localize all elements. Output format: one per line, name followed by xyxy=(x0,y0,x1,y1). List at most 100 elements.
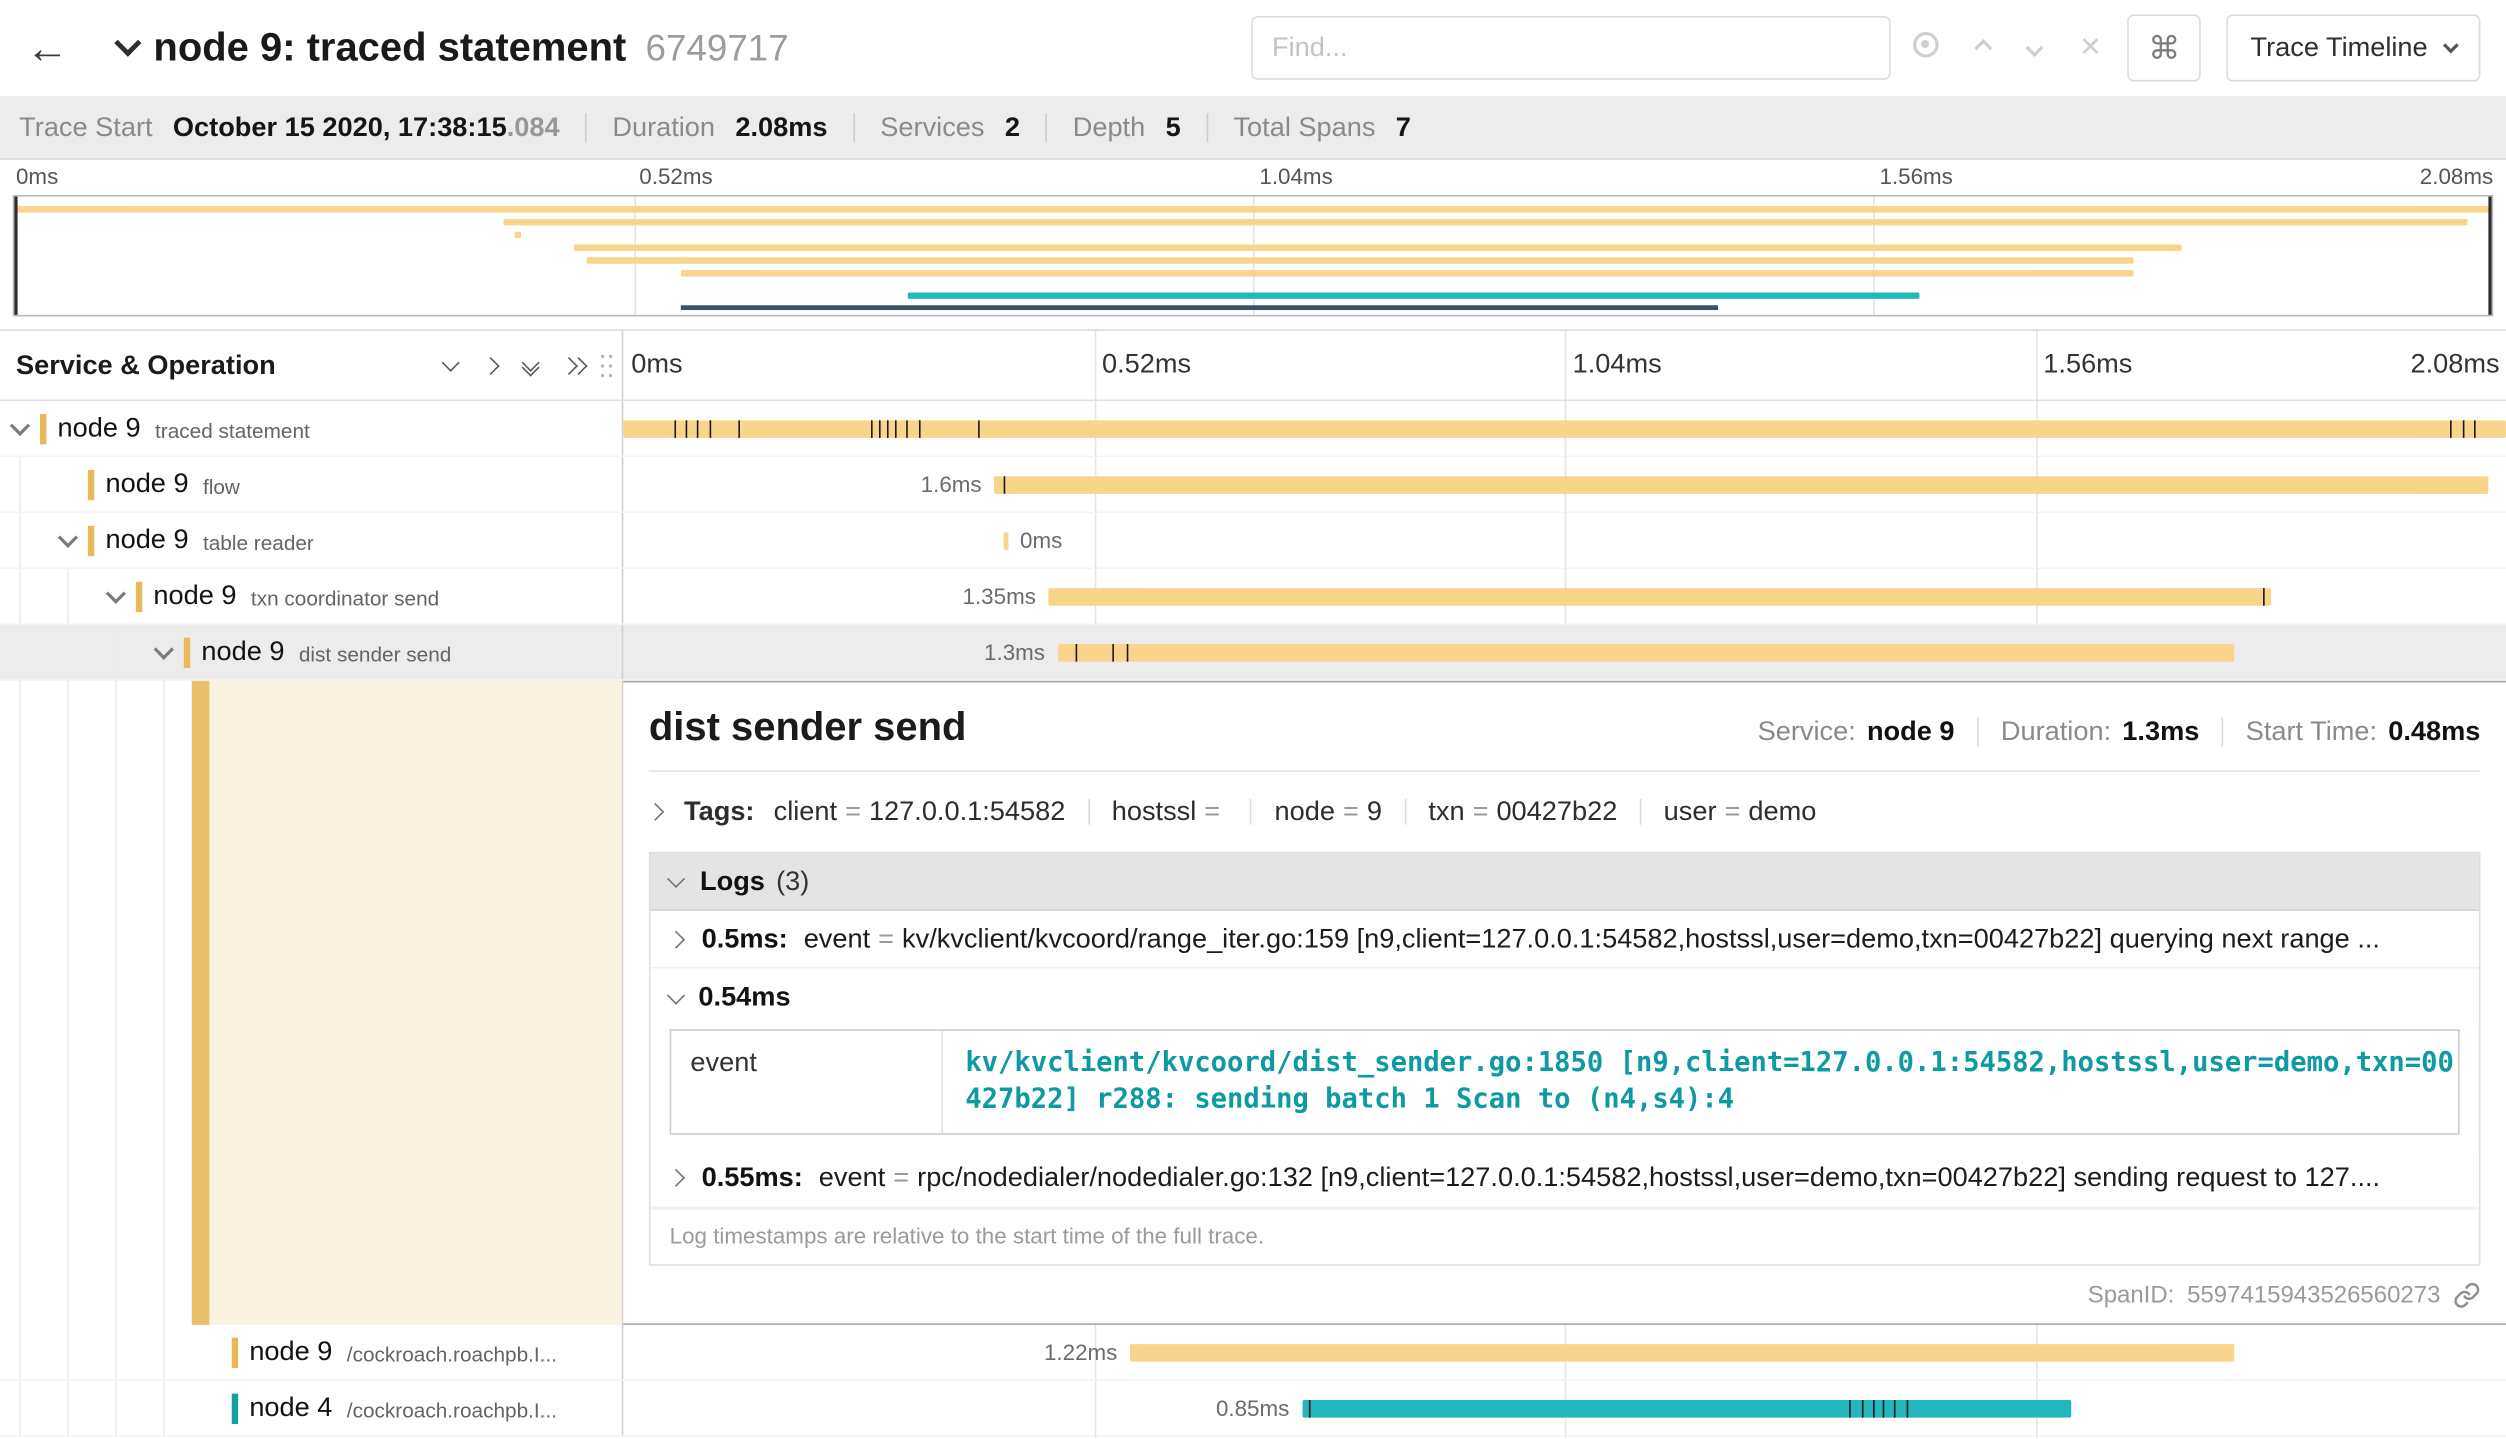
span-tag: client=127.0.0.1:54582 xyxy=(774,796,1066,828)
trace-start-ms-suffix: .084 xyxy=(507,111,560,141)
span-detail-meta: Service:node 9 Duration:1.3ms Start Time… xyxy=(1758,716,2481,748)
span-tag: txn=00427b22 xyxy=(1428,796,1617,828)
collapse-children-icon[interactable] xyxy=(106,583,126,603)
service-color-indicator xyxy=(184,637,190,667)
next-result-icon[interactable] xyxy=(2028,34,2041,63)
column-resizer[interactable] xyxy=(599,351,615,380)
find-bar: ✕ xyxy=(1251,16,2127,80)
minimap-right-handle[interactable] xyxy=(2488,197,2491,315)
clear-search-icon[interactable]: ✕ xyxy=(2079,32,2102,64)
span-tag: user=demo xyxy=(1664,796,1817,828)
span-row-flow[interactable]: node 9flow1.6ms xyxy=(0,457,2506,513)
log-marker-tick xyxy=(906,420,908,438)
log-entry-expanded[interactable]: 0.54ms xyxy=(650,969,2478,1027)
collapse-children-icon[interactable] xyxy=(10,415,30,435)
minimap-span-bar xyxy=(681,270,2134,276)
span-duration-bar[interactable] xyxy=(1302,1400,2071,1418)
span-row-dist-sender-send[interactable]: node 9dist sender send1.3ms xyxy=(0,625,2506,681)
log-field-key: event xyxy=(671,1031,943,1133)
log-marker-tick xyxy=(710,420,712,438)
log-marker-tick xyxy=(2450,420,2452,438)
detail-service: Service:node 9 xyxy=(1758,716,1955,748)
span-detail-block: dist sender send Service:node 9 Duration… xyxy=(0,681,2506,1325)
logs-header[interactable]: Logs (3) xyxy=(650,853,2478,911)
trace-view-selector-label: Trace Timeline xyxy=(2250,32,2427,64)
log-timestamp: 0.5ms: xyxy=(702,923,788,955)
log-marker-tick xyxy=(1003,476,1005,494)
keyboard-shortcuts-button[interactable]: ⌘ xyxy=(2127,14,2201,81)
chevron-down-icon xyxy=(667,986,685,1004)
span-row-cockroach-roachpb-i[interactable]: node 4/cockroach.roachpb.I...0.85ms xyxy=(0,1381,2506,1437)
minimap-axis: 0ms 0.52ms 1.04ms 1.56ms 2.08ms xyxy=(13,163,2493,192)
trace-collapse-chevron-icon[interactable] xyxy=(118,43,137,53)
log-marker-tick xyxy=(1127,644,1129,662)
chevron-right-icon[interactable] xyxy=(484,359,497,372)
minimap-left-handle[interactable] xyxy=(14,197,17,315)
log-marker-tick xyxy=(675,420,677,438)
tags-list: client=127.0.0.1:54582hostssl=node=9txn=… xyxy=(774,796,1817,828)
logs-title: Logs xyxy=(700,865,765,897)
back-button[interactable]: ← xyxy=(26,23,84,73)
tags-row[interactable]: Tags: client=127.0.0.1:54582hostssl=node… xyxy=(649,785,2481,839)
trace-view-selector[interactable]: Trace Timeline xyxy=(2227,14,2481,81)
span-duration-bar[interactable] xyxy=(1058,644,2235,662)
log-marker-tick xyxy=(1862,1400,1864,1418)
service-color-indicator xyxy=(88,525,94,555)
minimap-axis-tick: 0.52ms xyxy=(639,163,712,189)
detail-duration: Duration:1.3ms xyxy=(2001,716,2199,748)
log-marker-tick xyxy=(870,420,872,438)
log-marker-tick xyxy=(1893,1400,1895,1418)
span-row-traced-statement[interactable]: node 9traced statement xyxy=(0,401,2506,457)
service-color-indicator xyxy=(88,469,94,499)
span-duration-bar[interactable] xyxy=(1003,532,1008,550)
service-name: node 9 xyxy=(105,524,188,556)
span-row-table-reader[interactable]: node 9table reader0ms xyxy=(0,513,2506,569)
minimap-gridline xyxy=(634,197,636,315)
span-duration-bar[interactable] xyxy=(1049,588,2271,606)
span-duration-bar[interactable] xyxy=(1130,1344,2234,1362)
service-color-indicator xyxy=(136,581,142,611)
prev-result-icon[interactable] xyxy=(1977,34,1990,63)
trace-duration: Duration 2.08ms xyxy=(612,111,827,143)
minimap-span-bar xyxy=(503,219,2468,225)
log-marker-tick xyxy=(1882,1400,1884,1418)
detail-gutter-highlight xyxy=(209,681,621,1325)
minimap-axis-tick: 0ms xyxy=(16,163,58,189)
span-detail-panel: dist sender send Service:node 9 Duration… xyxy=(623,681,2506,1325)
service-color-indicator xyxy=(232,1337,238,1367)
span-id-value: 5597415943526560273 xyxy=(2187,1282,2440,1309)
span-row-cockroach-roachpb-i[interactable]: node 9/cockroach.roachpb.I...1.22ms xyxy=(0,1325,2506,1381)
service-name: node 4 xyxy=(249,1392,332,1424)
chevron-down-icon[interactable] xyxy=(444,361,457,369)
service-color-indicator xyxy=(40,413,46,443)
timeline-section: Service & Operation 0ms 0.52ms 1.04ms 1.… xyxy=(0,329,2506,1438)
collapse-children-icon[interactable] xyxy=(58,527,78,547)
link-icon[interactable] xyxy=(2453,1282,2480,1309)
trace-start-value: October 15 2020, 17:38:15 xyxy=(173,111,507,141)
operation-name: traced statement xyxy=(155,419,310,443)
log-marker-tick xyxy=(2474,420,2476,438)
span-duration-bar[interactable] xyxy=(994,476,2487,494)
minimap-canvas[interactable] xyxy=(13,195,2493,316)
double-chevron-right-icon[interactable] xyxy=(564,359,583,372)
logs-section: Logs (3) 0.5ms: event=kv/kvclient/kvcoor… xyxy=(649,852,2481,1266)
divider xyxy=(853,113,855,142)
log-marker-tick xyxy=(2263,588,2265,606)
log-marker-tick xyxy=(879,420,881,438)
find-input[interactable] xyxy=(1251,16,1890,80)
timeline-axis-tick: 0.52ms xyxy=(1102,348,1191,380)
minimap-span-bar xyxy=(515,232,521,238)
tags-label: Tags: xyxy=(684,796,754,828)
tree-controls xyxy=(444,359,583,372)
log-entry-collapsed[interactable]: 0.5ms: event=kv/kvclient/kvcoord/range_i… xyxy=(650,911,2478,969)
span-row-txn-coordinator-send[interactable]: node 9txn coordinator send1.35ms xyxy=(0,569,2506,625)
log-fields-table: event kv/kvclient/kvcoord/dist_sender.go… xyxy=(670,1029,2460,1134)
locate-icon[interactable] xyxy=(1913,31,1939,65)
trace-services: Services 2 xyxy=(880,111,1020,143)
span-detail-title: dist sender send xyxy=(649,705,967,751)
trace-id: 6749717 xyxy=(646,26,789,69)
chevron-right-icon xyxy=(667,1169,685,1187)
double-chevron-down-icon[interactable] xyxy=(524,360,537,370)
log-entry-collapsed[interactable]: 0.55ms: event=rpc/nodedialer/nodedialer.… xyxy=(650,1151,2478,1209)
collapse-children-icon[interactable] xyxy=(154,639,174,659)
